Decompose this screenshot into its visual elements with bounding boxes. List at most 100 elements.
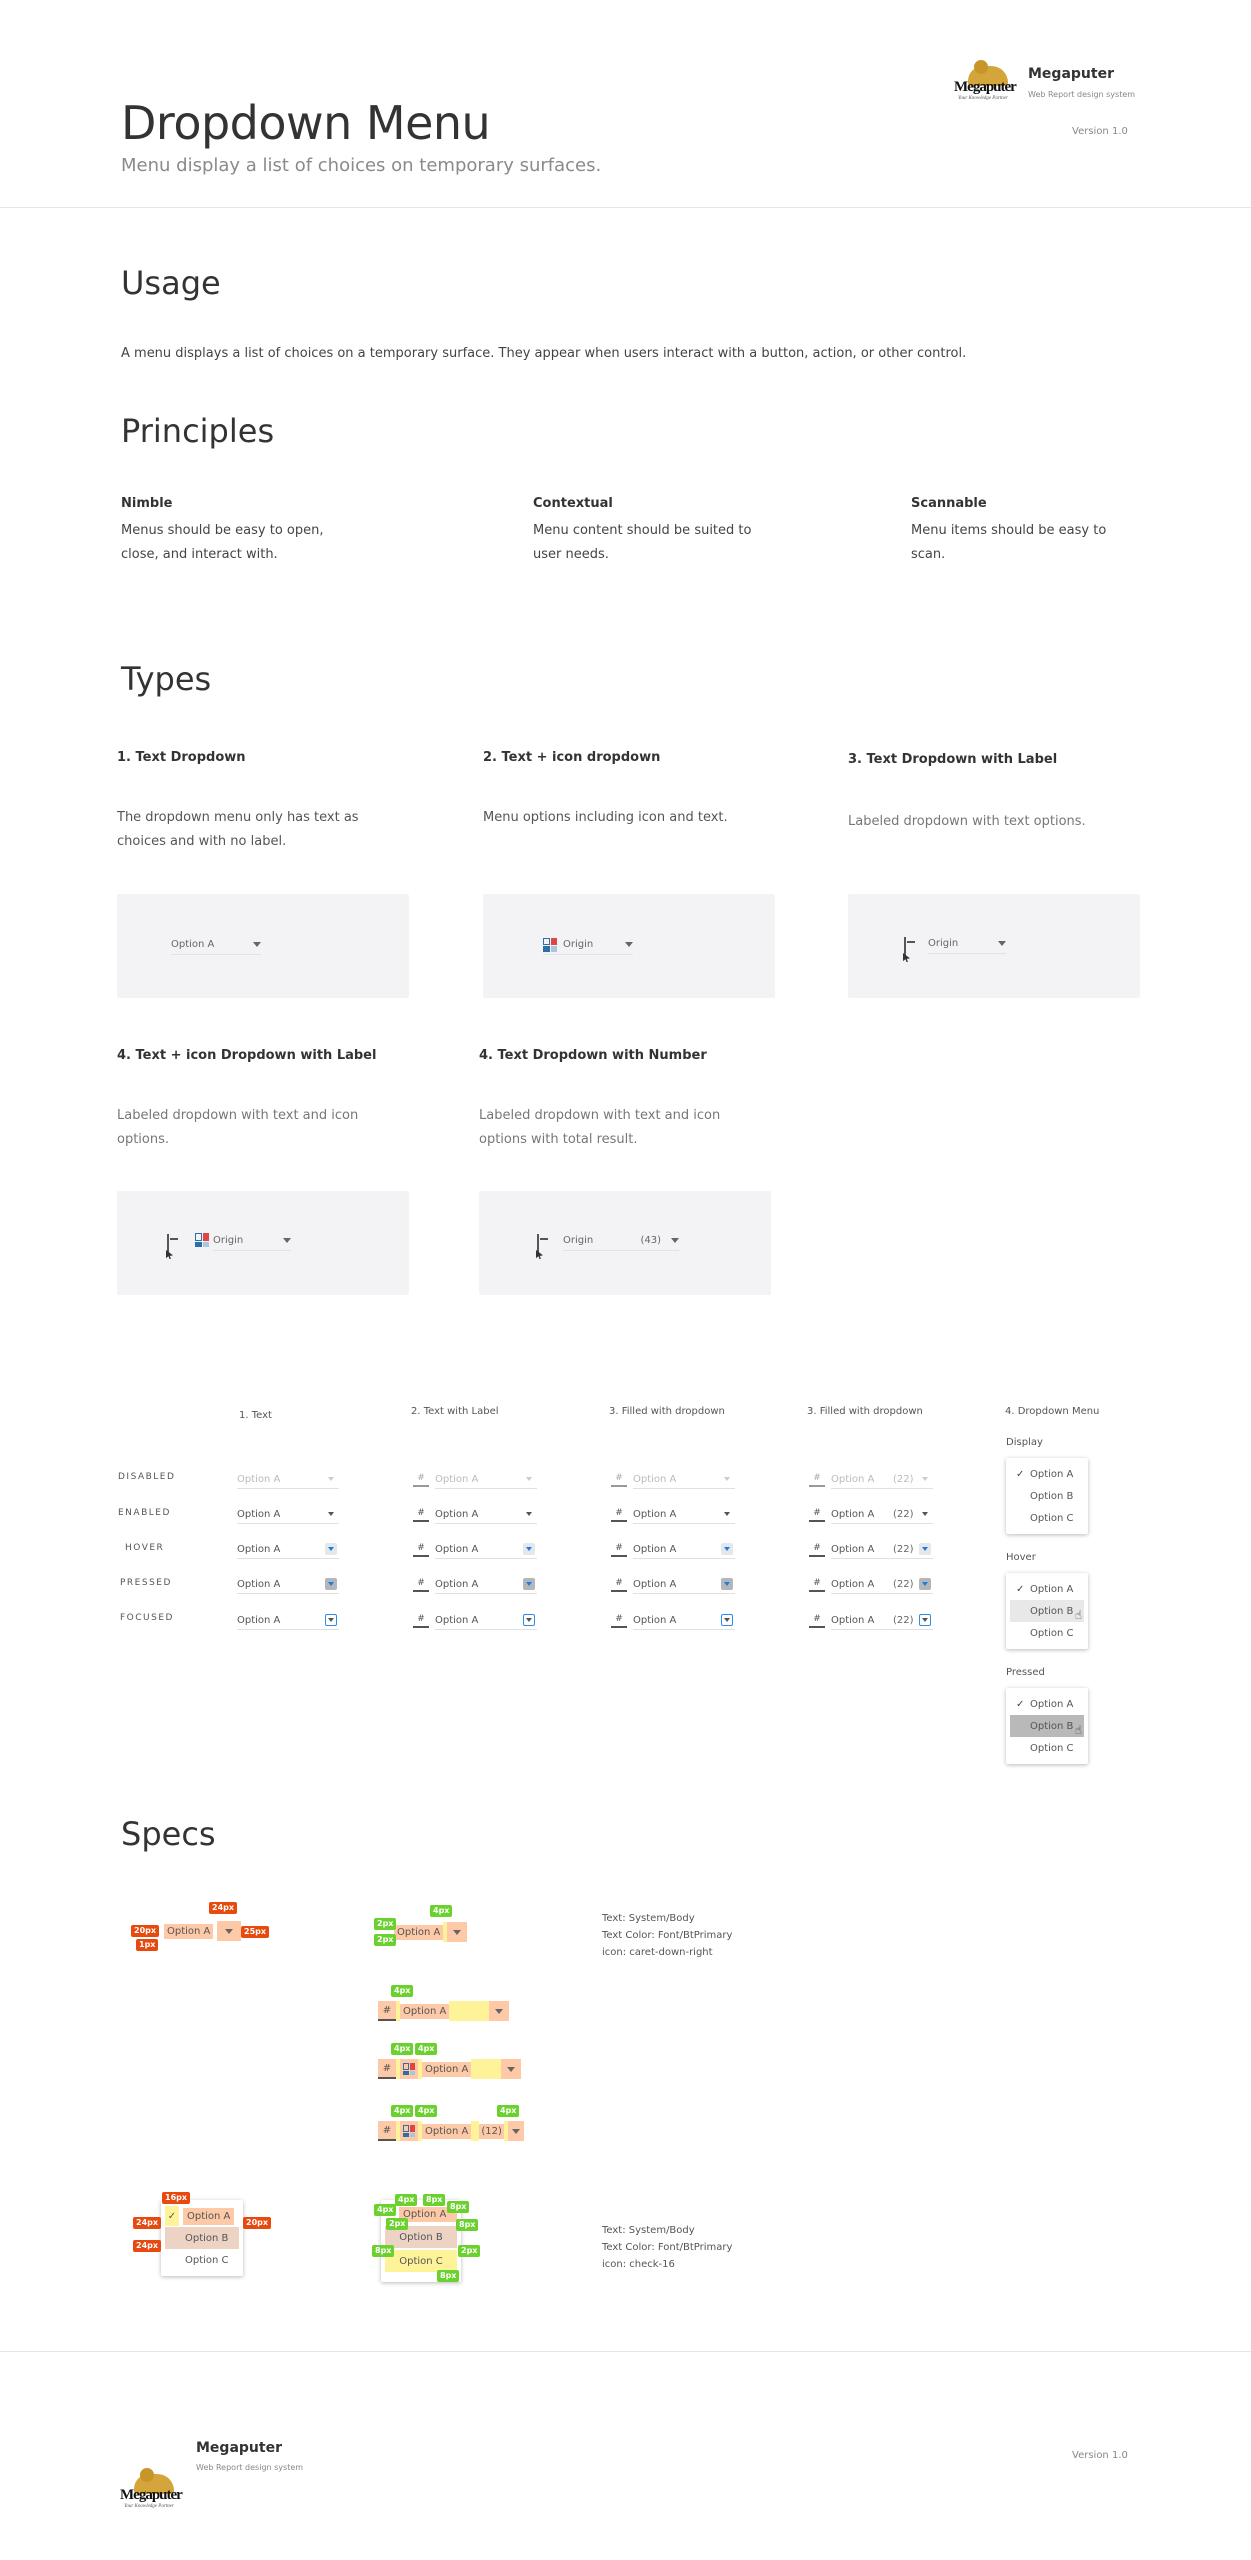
usage-text: A menu displays a list of choices on a t… bbox=[121, 346, 967, 361]
check-icon: ✓ bbox=[165, 2206, 179, 2226]
caret-button[interactable] bbox=[325, 1614, 337, 1626]
menu-item[interactable]: Option C bbox=[1010, 1622, 1084, 1644]
caret-down-icon bbox=[526, 1512, 532, 1516]
measure-tag: 24px bbox=[209, 1902, 238, 1914]
dropdown-value: Option A bbox=[831, 1615, 875, 1626]
padding-tag: 4px bbox=[391, 2043, 414, 2055]
dropdown-state-focused[interactable]: Option A (22) bbox=[831, 1612, 933, 1630]
spec-dropdown-padding: Option A bbox=[394, 1922, 468, 1942]
menu-item-hovered[interactable]: Option B ☝ bbox=[1010, 1600, 1084, 1622]
dropdown-state-enabled[interactable]: Option A bbox=[237, 1506, 339, 1524]
padding-tag: 4px bbox=[374, 2204, 397, 2216]
caret-button[interactable] bbox=[523, 1508, 535, 1520]
caret-down-icon bbox=[724, 1618, 730, 1622]
menu-item[interactable]: Option B bbox=[1010, 1485, 1084, 1507]
label-cursor-icon bbox=[167, 1234, 169, 1255]
row-header-focused: FOCUSED bbox=[120, 1613, 174, 1623]
caret-button[interactable] bbox=[325, 1543, 337, 1555]
caret-button[interactable] bbox=[721, 1614, 733, 1626]
caret-button bbox=[217, 1921, 242, 1941]
dropdown-state-focused[interactable]: Option A bbox=[633, 1612, 735, 1630]
label-hash-icon: # bbox=[809, 1578, 825, 1592]
label-hash-icon: # bbox=[611, 1508, 627, 1522]
dropdown-state-hover[interactable]: Option A (22) bbox=[831, 1541, 933, 1559]
dropdown-state-hover[interactable]: Option A bbox=[237, 1541, 339, 1559]
caret-button[interactable] bbox=[721, 1578, 733, 1590]
menu-item[interactable]: ✓ Option A bbox=[1010, 1463, 1084, 1485]
dropdown-value: Origin bbox=[563, 939, 594, 950]
dropdown-value: Option A bbox=[633, 1544, 677, 1555]
menu-item[interactable]: Option C bbox=[1010, 1507, 1084, 1529]
dropdown-state-focused[interactable]: Option A bbox=[237, 1612, 339, 1630]
measure-tag: 1px bbox=[136, 1939, 159, 1951]
gap-fill bbox=[471, 2059, 502, 2079]
menu-item-label: Option A bbox=[183, 2207, 235, 2225]
text-dropdown[interactable]: Option A bbox=[171, 935, 261, 955]
menu-item[interactable]: ✓ Option A bbox=[1010, 1578, 1084, 1600]
dropdown-state-pressed[interactable]: Option A bbox=[237, 1576, 339, 1594]
caret-button[interactable] bbox=[325, 1508, 337, 1520]
caret-button[interactable] bbox=[523, 1543, 535, 1555]
caret-button[interactable] bbox=[919, 1543, 931, 1555]
caret-button[interactable] bbox=[919, 1578, 931, 1590]
note-line: Text: System/Body bbox=[602, 2225, 695, 2236]
dropdown-state-enabled[interactable]: Option A bbox=[633, 1506, 735, 1524]
hand-cursor-icon: ☝ bbox=[1074, 1608, 1082, 1622]
menu-item-pressed[interactable]: Option B ☝ bbox=[1010, 1715, 1084, 1737]
icon-dropdown[interactable]: Origin bbox=[543, 935, 633, 955]
menu-state-label: Display bbox=[1006, 1437, 1043, 1448]
caret-button[interactable] bbox=[523, 1578, 535, 1590]
label-hash-icon: # bbox=[413, 1508, 429, 1522]
dropdown-state-pressed[interactable]: Option A (22) bbox=[831, 1576, 933, 1594]
padding-tag: 8px bbox=[423, 2194, 446, 2206]
principle-text: Menu items should be easy to scan. bbox=[911, 523, 1107, 562]
dropdown-state-enabled[interactable]: Option A bbox=[435, 1506, 537, 1524]
hand-cursor-icon: ☝ bbox=[1074, 1723, 1082, 1737]
type-title: 3. Text Dropdown with Label bbox=[848, 752, 1058, 767]
padding-tag: 8px bbox=[456, 2219, 479, 2231]
caret-button[interactable] bbox=[919, 1508, 931, 1520]
label-hash-icon: # bbox=[809, 1543, 825, 1557]
caret-button[interactable] bbox=[919, 1614, 931, 1626]
labeled-icon-dropdown[interactable]: Origin bbox=[213, 1231, 291, 1251]
label-hash-icon: # bbox=[413, 1543, 429, 1557]
label-hash-icon: # bbox=[611, 1614, 627, 1628]
result-count: (22) bbox=[893, 1474, 914, 1485]
menu-item-label: Option B bbox=[1030, 1490, 1074, 1502]
dropdown-state-focused[interactable]: Option A bbox=[435, 1612, 537, 1630]
dropdown-value: Option A bbox=[831, 1544, 875, 1555]
dropdown-value: Option A bbox=[435, 1544, 479, 1555]
menu-item[interactable]: ✓ Option A bbox=[1010, 1693, 1084, 1715]
grid-chart-icon bbox=[195, 1233, 209, 1247]
caret-button bbox=[919, 1473, 931, 1485]
dropdown-state-hover[interactable]: Option A bbox=[633, 1541, 735, 1559]
caret-down-icon bbox=[922, 1618, 928, 1622]
dropdown-state-hover[interactable]: Option A bbox=[435, 1541, 537, 1559]
caret-button[interactable] bbox=[721, 1543, 733, 1555]
row-header-pressed: PRESSED bbox=[120, 1578, 172, 1588]
dropdown-state-pressed[interactable]: Option A bbox=[435, 1576, 537, 1594]
spec-variant-label-icon: # Option A bbox=[378, 2059, 522, 2079]
brand-name: Megaputer bbox=[1028, 66, 1114, 82]
dropdown-value: Option A bbox=[831, 1474, 875, 1485]
dropdown-value: Origin bbox=[563, 1235, 594, 1246]
caret-button[interactable] bbox=[721, 1508, 733, 1520]
dropdown-value: Option A bbox=[237, 1615, 281, 1626]
label-hash-icon: # bbox=[378, 2059, 396, 2079]
caret-button[interactable] bbox=[325, 1578, 337, 1590]
menu-item: ✓ Option A bbox=[165, 2205, 239, 2227]
dropdown-state-enabled[interactable]: Option A (22) bbox=[831, 1506, 933, 1524]
type-description: Labeled dropdown with text and icon opti… bbox=[479, 1108, 721, 1147]
menu-item-label: Option C bbox=[1030, 1627, 1074, 1639]
menu-item[interactable]: Option C bbox=[1010, 1737, 1084, 1759]
dropdown-state-pressed[interactable]: Option A bbox=[633, 1576, 735, 1594]
caret-down-icon bbox=[724, 1477, 730, 1481]
note-line: Text Color: Font/BtPrimary bbox=[602, 1930, 733, 1941]
number-dropdown[interactable]: Origin (43) bbox=[563, 1231, 679, 1251]
caret-down-icon bbox=[724, 1512, 730, 1516]
caret-button[interactable] bbox=[523, 1614, 535, 1626]
menu-item-label: Option B bbox=[399, 2231, 443, 2243]
label-hash-icon: # bbox=[413, 1473, 429, 1487]
dropdown-value: Option A bbox=[164, 1923, 214, 1939]
labeled-dropdown[interactable]: Origin bbox=[928, 934, 1006, 954]
